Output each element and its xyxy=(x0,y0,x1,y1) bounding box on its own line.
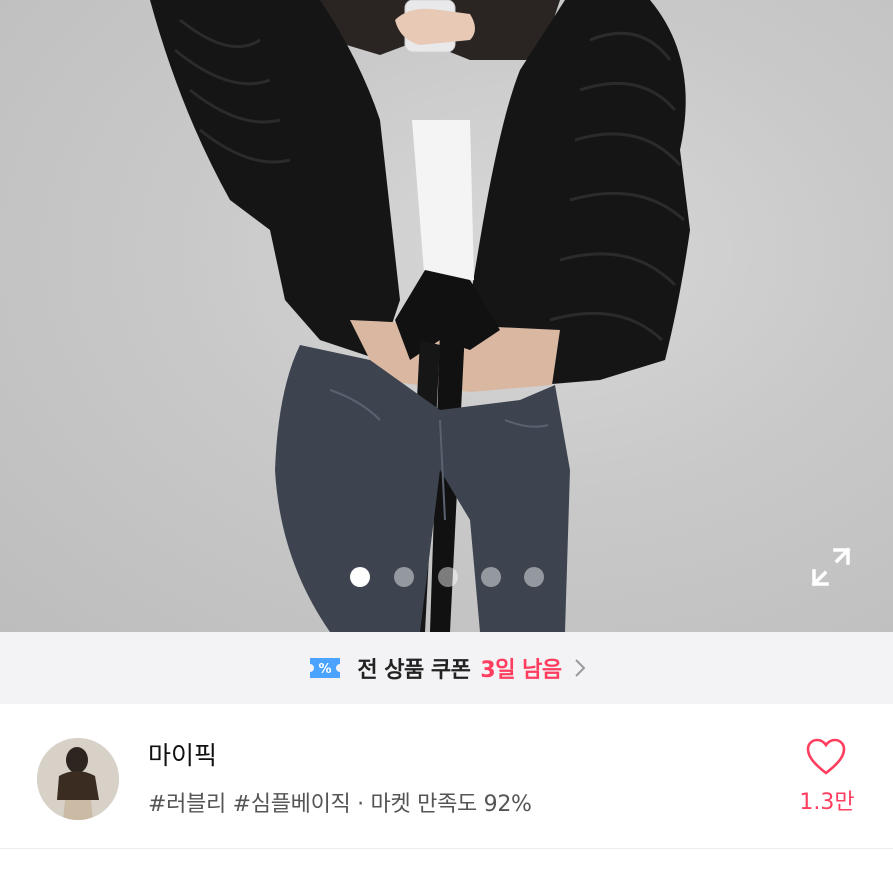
chevron-right-icon xyxy=(574,659,586,677)
carousel-dot-2[interactable] xyxy=(394,567,414,587)
product-photo xyxy=(150,0,690,632)
carousel-dot-3[interactable] xyxy=(438,567,458,587)
coupon-label: 전 상품 쿠폰 xyxy=(357,658,471,683)
carousel-indicator xyxy=(0,567,893,589)
shop-tags: #러블리 #심플베이직 · 마켓 만족도 92% xyxy=(148,792,532,817)
carousel-dot-5[interactable] xyxy=(524,567,544,587)
expand-icon[interactable] xyxy=(810,546,852,588)
shop-name[interactable]: 마이픽 xyxy=(148,736,217,772)
coupon-banner[interactable]: % 전 상품 쿠폰 3일 남음 xyxy=(0,632,893,704)
shop-info-row xyxy=(0,704,893,850)
heart-outline-icon[interactable] xyxy=(805,738,847,776)
product-image-carousel[interactable] xyxy=(0,0,893,632)
like-count: 1.3만 xyxy=(799,790,855,815)
svg-text:%: % xyxy=(319,662,332,677)
shop-avatar[interactable] xyxy=(37,738,119,820)
carousel-dot-4[interactable] xyxy=(481,567,501,587)
divider xyxy=(0,848,893,849)
coupon-days-left: 3일 남음 xyxy=(480,658,562,683)
carousel-dot-1[interactable] xyxy=(350,567,370,587)
coupon-ticket-icon: % xyxy=(310,658,341,678)
